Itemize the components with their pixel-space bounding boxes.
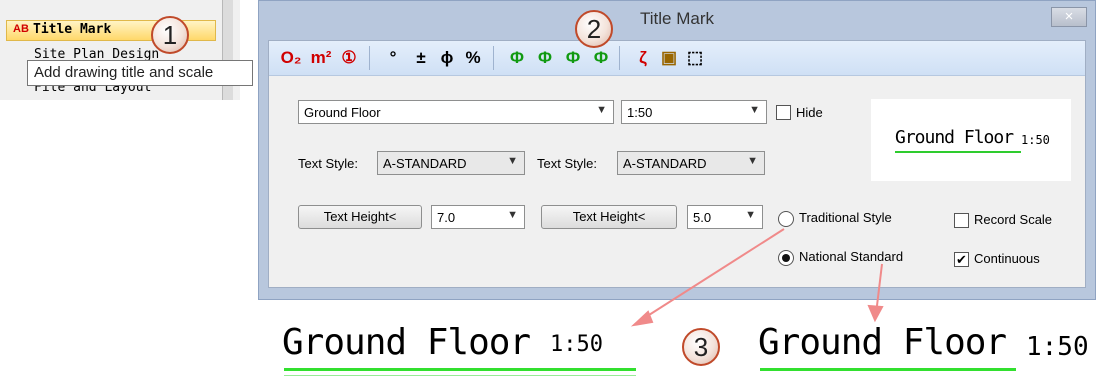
pointer-arrows bbox=[630, 228, 884, 327]
